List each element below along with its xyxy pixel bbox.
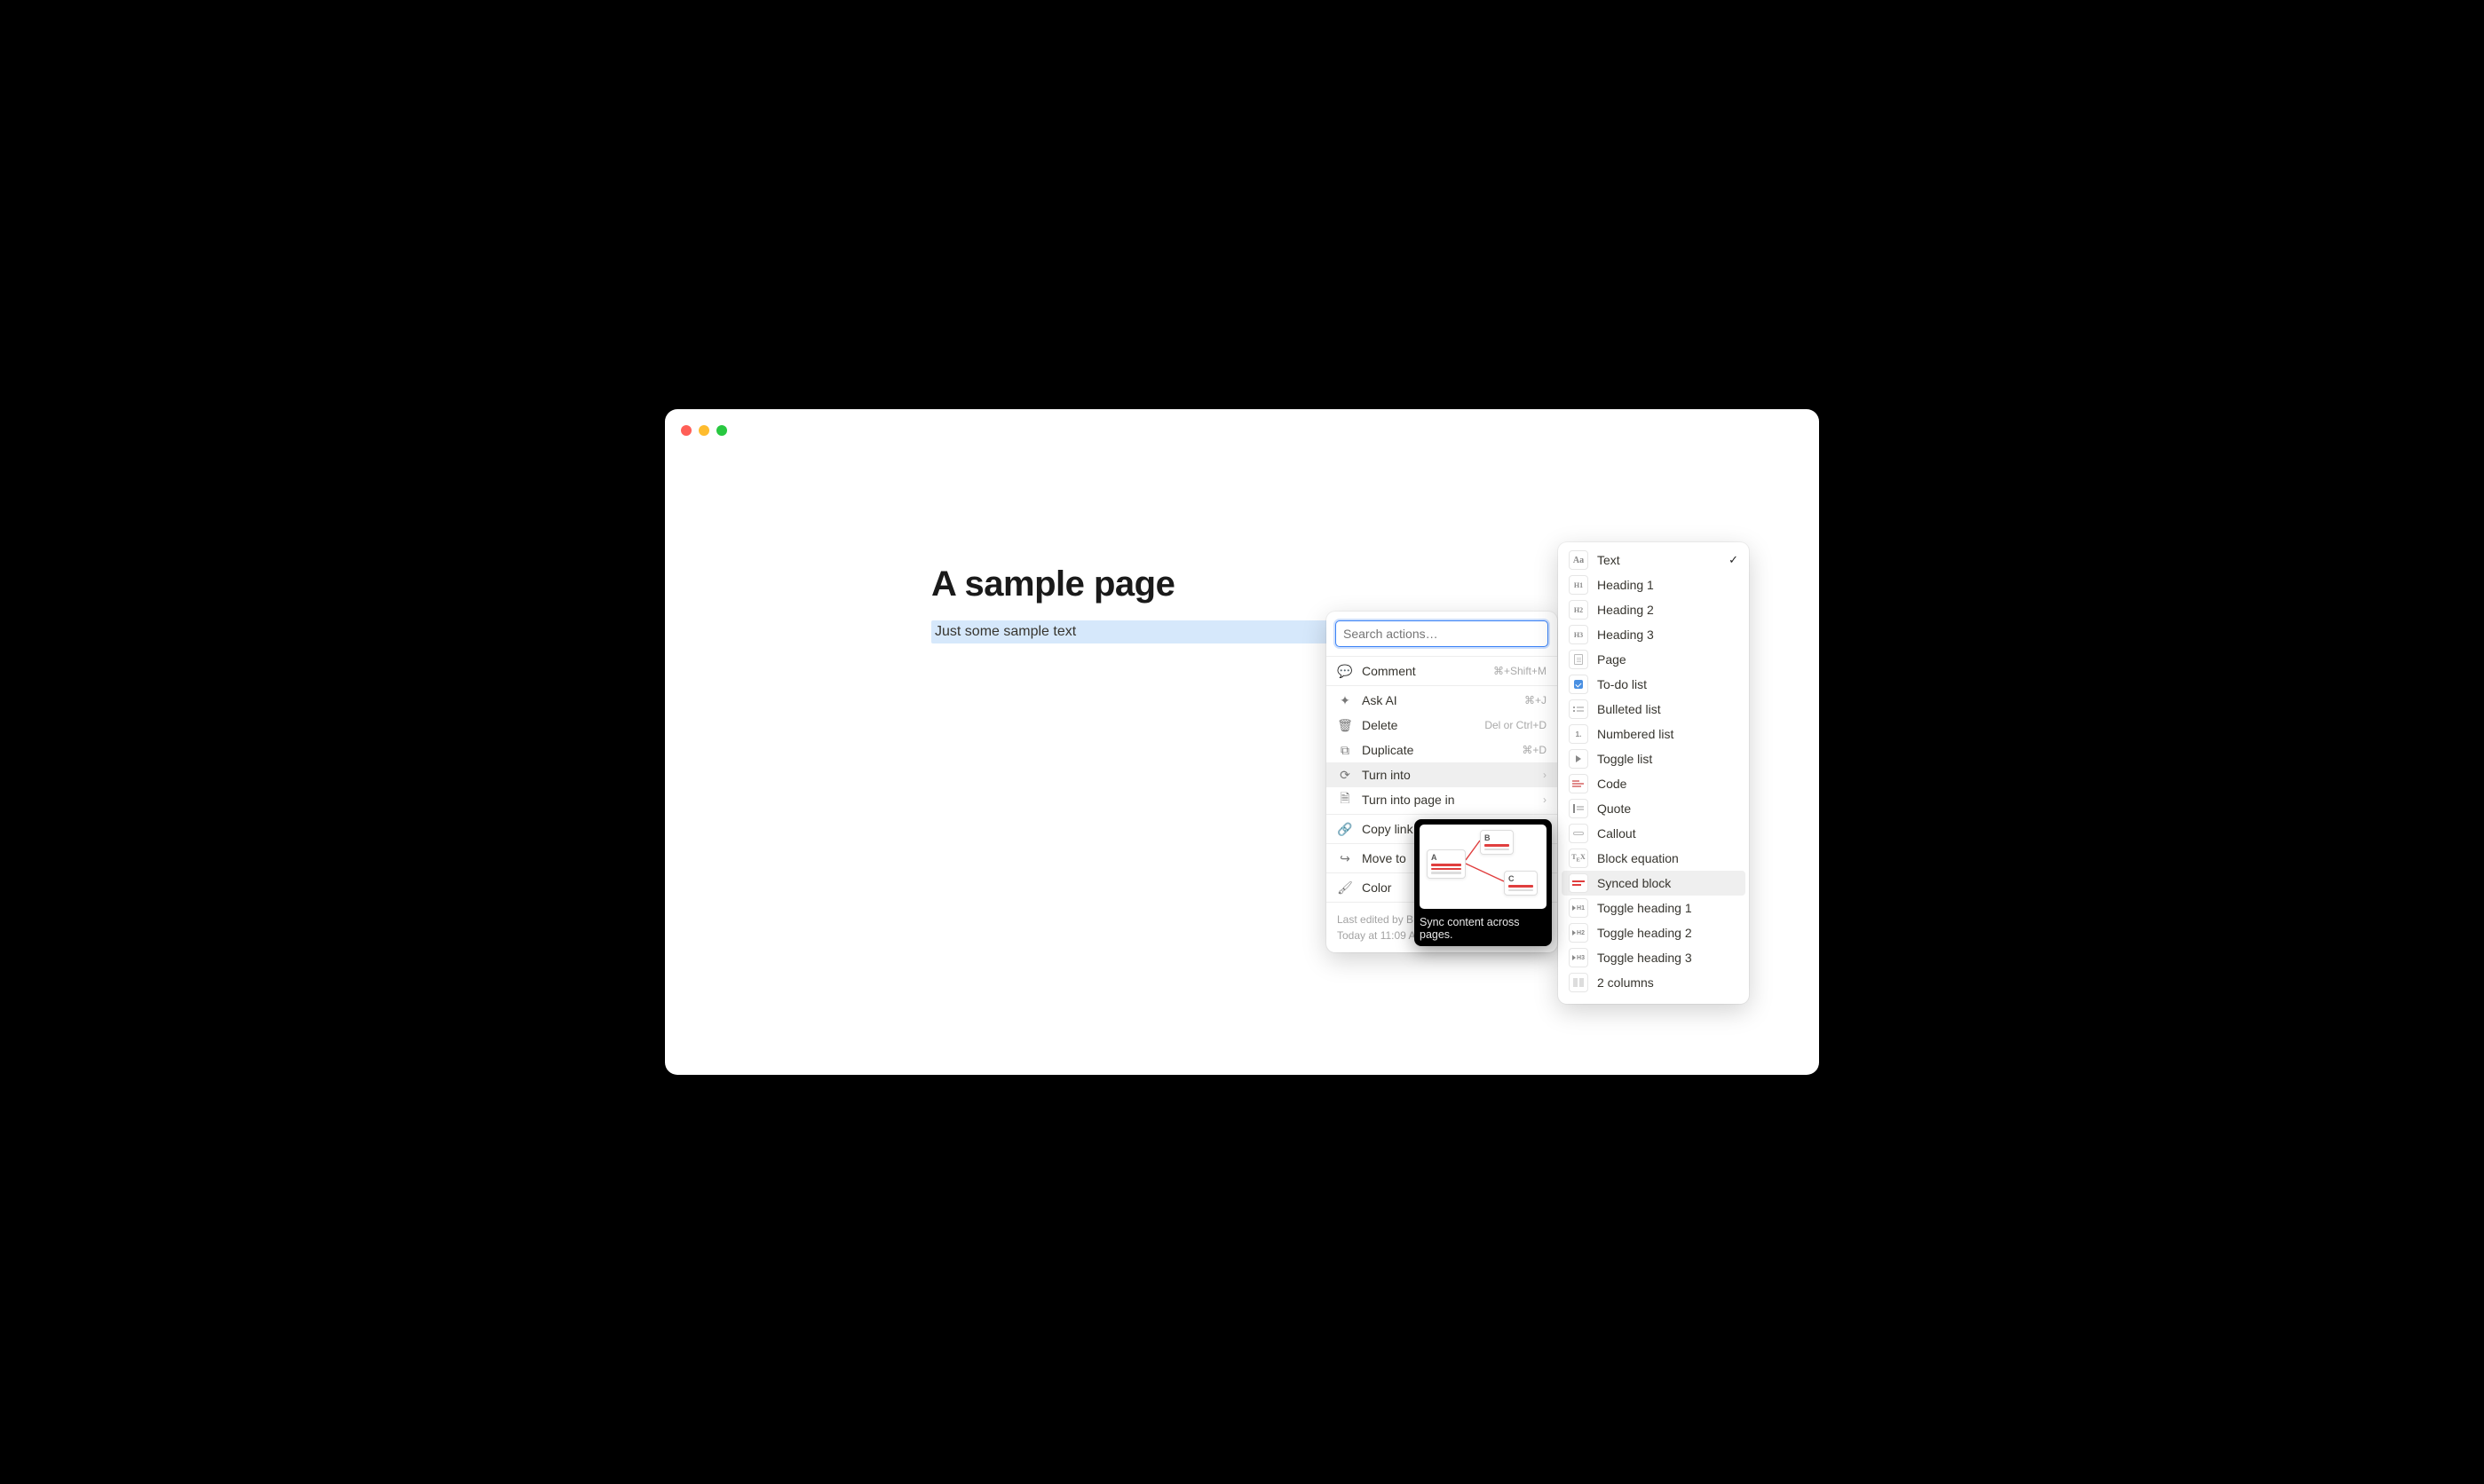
menu-item-shortcut: Del or Ctrl+D [1484, 719, 1547, 731]
sparkle-icon: ✦ [1337, 693, 1353, 708]
th1-icon: H1 [1569, 898, 1588, 918]
menu-item-label: Ask AI [1362, 693, 1524, 707]
turn-into-option-toggle-heading-2[interactable]: H2 Toggle heading 2 [1562, 920, 1745, 945]
turn-into-option-label: Page [1597, 652, 1738, 667]
window-controls [681, 425, 727, 436]
turn-into-option-callout[interactable]: Callout [1562, 821, 1745, 846]
app-window: A sample page Just some sample text 💬 Co… [665, 409, 1819, 1075]
turn-into-option-synced-block[interactable]: Synced block [1562, 871, 1745, 896]
menu-item-shortcut: ⌘+D [1522, 744, 1547, 756]
tooltip-preview-image: A B C [1420, 825, 1547, 909]
turn-into-option-block-equation[interactable]: TEX Block equation [1562, 846, 1745, 871]
page-icon [1569, 650, 1588, 669]
turn-into-icon: ⟳ [1337, 768, 1353, 783]
link-icon: 🔗 [1337, 822, 1353, 837]
turn-into-option-label: Text [1597, 553, 1729, 567]
todo-icon [1569, 675, 1588, 694]
quote-icon [1569, 799, 1588, 818]
turn-into-option-label: Toggle heading 2 [1597, 926, 1738, 940]
turn-into-option-toggle-heading-3[interactable]: H3 Toggle heading 3 [1562, 945, 1745, 970]
Aa-icon: Aa [1569, 550, 1588, 570]
turn-into-option-toggle-list[interactable]: Toggle list [1562, 746, 1745, 771]
turn-into-option-toggle-heading-1[interactable]: H1 Toggle heading 1 [1562, 896, 1745, 920]
menu-item-delete[interactable]: 🗑 Delete Del or Ctrl+D [1326, 713, 1557, 738]
zoom-window-button[interactable] [716, 425, 727, 436]
color-icon: 🖌 [1337, 880, 1353, 896]
num-icon [1569, 724, 1588, 744]
menu-item-label: Turn into [1362, 768, 1543, 782]
code-icon [1569, 774, 1588, 793]
move-to-icon: ↪ [1337, 851, 1353, 866]
cols-icon [1569, 973, 1588, 992]
check-icon: ✓ [1729, 553, 1738, 567]
menu-item-shortcut: ⌘+J [1524, 694, 1547, 706]
turn-into-option-label: Heading 2 [1597, 603, 1738, 617]
menu-item-label: Duplicate [1362, 743, 1522, 757]
turn-into-option-label: Block equation [1597, 851, 1738, 865]
page-icon: 🗎 [1337, 789, 1353, 810]
turn-into-option-label: To-do list [1597, 677, 1738, 691]
duplicate-icon: ⧉ [1337, 743, 1353, 758]
turn-into-submenu: Aa Text✓ H1 Heading 1 H2 Heading 2 H3 Heading 3… [1558, 542, 1749, 1004]
preview-card-a: A [1431, 853, 1461, 862]
tooltip-text: Sync content across pages. [1420, 916, 1547, 941]
turn-into-option-label: Callout [1597, 826, 1738, 841]
toggle-icon [1569, 749, 1588, 769]
callout-icon [1569, 824, 1588, 843]
turn-into-option-label: Synced block [1597, 876, 1738, 890]
turn-into-option-heading-2[interactable]: H2 Heading 2 [1562, 597, 1745, 622]
turn-into-option-bulleted-list[interactable]: Bulleted list [1562, 697, 1745, 722]
minimize-window-button[interactable] [699, 425, 709, 436]
turn-into-option-label: Bulleted list [1597, 702, 1738, 716]
menu-item-turn-into-page[interactable]: 🗎 Turn into page in › [1326, 787, 1557, 812]
th2-icon: H2 [1569, 923, 1588, 943]
turn-into-option-2-columns[interactable]: 2 columns [1562, 970, 1745, 995]
bullet-icon [1569, 699, 1588, 719]
turn-into-option-quote[interactable]: Quote [1562, 796, 1745, 821]
menu-item-duplicate[interactable]: ⧉ Duplicate ⌘+D [1326, 738, 1557, 762]
menu-item-turn-into[interactable]: ⟳ Turn into › [1326, 762, 1557, 787]
close-window-button[interactable] [681, 425, 692, 436]
turn-into-option-page[interactable]: Page [1562, 647, 1745, 672]
preview-card-b: B [1484, 833, 1509, 842]
menu-item-shortcut: ⌘+Shift+M [1493, 665, 1547, 677]
turn-into-option-label: Heading 3 [1597, 628, 1738, 642]
turn-into-option-heading-1[interactable]: H1 Heading 1 [1562, 572, 1745, 597]
H2-icon: H2 [1569, 600, 1588, 620]
search-actions-input[interactable] [1335, 620, 1548, 647]
turn-into-option-text[interactable]: Aa Text✓ [1562, 548, 1745, 572]
menu-item-ask-ai[interactable]: ✦ Ask AI ⌘+J [1326, 688, 1557, 713]
comment-icon: 💬 [1337, 664, 1353, 679]
turn-into-option-label: Numbered list [1597, 727, 1738, 741]
menu-item-label: Delete [1362, 718, 1484, 732]
turn-into-option-code[interactable]: Code [1562, 771, 1745, 796]
turn-into-option-label: Quote [1597, 801, 1738, 816]
preview-card-c: C [1508, 874, 1533, 883]
turn-into-option-label: Toggle heading 1 [1597, 901, 1738, 915]
chevron-right-icon: › [1543, 793, 1547, 806]
chevron-right-icon: › [1543, 769, 1547, 781]
menu-item-label: Turn into page in [1362, 793, 1543, 807]
H3-icon: H3 [1569, 625, 1588, 644]
menu-item-label: Comment [1362, 664, 1493, 678]
synced-block-tooltip: A B C Sync content across pages. [1414, 819, 1552, 946]
menu-item-comment[interactable]: 💬 Comment ⌘+Shift+M [1326, 659, 1557, 683]
turn-into-option-to-do-list[interactable]: To-do list [1562, 672, 1745, 697]
turn-into-option-label: 2 columns [1597, 975, 1738, 990]
tex-icon: TEX [1569, 849, 1588, 868]
turn-into-option-label: Heading 1 [1597, 578, 1738, 592]
sync-icon [1569, 873, 1588, 893]
turn-into-option-label: Code [1597, 777, 1738, 791]
turn-into-option-heading-3[interactable]: H3 Heading 3 [1562, 622, 1745, 647]
H1-icon: H1 [1569, 575, 1588, 595]
turn-into-option-label: Toggle heading 3 [1597, 951, 1738, 965]
turn-into-option-label: Toggle list [1597, 752, 1738, 766]
page-title[interactable]: A sample page [931, 564, 1553, 604]
th3-icon: H3 [1569, 948, 1588, 967]
turn-into-option-numbered-list[interactable]: Numbered list [1562, 722, 1745, 746]
trash-icon: 🗑 [1337, 718, 1353, 733]
